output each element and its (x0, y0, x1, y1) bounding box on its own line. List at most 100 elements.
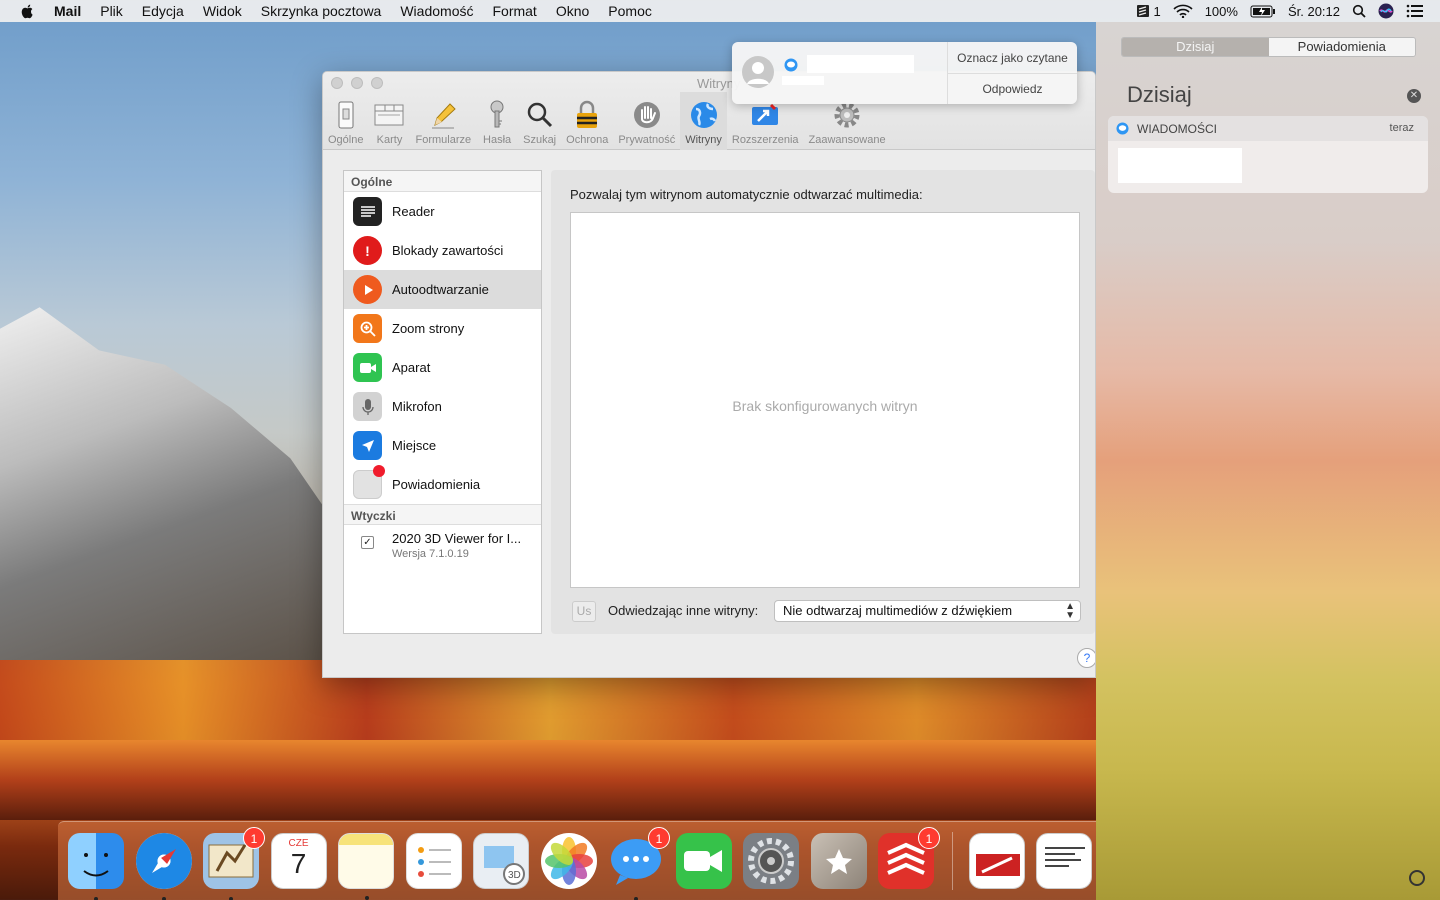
list-item-label: Aparat (392, 360, 431, 375)
tab-notifications[interactable]: Powiadomienia (1268, 38, 1415, 56)
finder-icon[interactable] (68, 833, 124, 900)
messages-app-icon (1116, 122, 1129, 135)
notes-icon[interactable] (338, 833, 394, 900)
hand-icon (633, 102, 660, 128)
empty-state-text: Brak skonfigurowanych witryn (732, 398, 918, 414)
plugin-item[interactable]: ✓ 2020 3D Viewer for I... Wersja 7.1.0.1… (344, 525, 541, 625)
list-item-microphone[interactable]: Mikrofon (344, 387, 541, 426)
banner-actions: Oznacz jako czytane Odpowiedz (947, 42, 1077, 104)
list-item-label: Miejsce (392, 438, 437, 453)
list-item-camera[interactable]: Aparat (344, 348, 541, 387)
tab-today[interactable]: Dzisiaj (1122, 38, 1269, 56)
list-item-location[interactable]: Miejsce (344, 426, 541, 465)
battery-icon[interactable] (1250, 5, 1276, 18)
switch-icon (338, 101, 354, 129)
redacted-sender (807, 55, 914, 73)
reminders-icon[interactable] (405, 833, 462, 889)
facetime-icon[interactable] (675, 833, 732, 889)
list-item-label: Zoom strony (392, 321, 465, 336)
safari-icon[interactable] (135, 833, 192, 900)
package-icon[interactable] (810, 833, 867, 889)
minimize-window-button[interactable] (351, 77, 363, 89)
configured-websites-heading: Pozwalaj tym witrynom automatycznie odtw… (570, 187, 923, 202)
tab-advanced-label: Zaawansowane (808, 134, 886, 146)
menu-bar: Mail Plik Edycja Widok Skrzynka pocztowa… (0, 0, 1440, 22)
lake-background (0, 740, 1100, 820)
tab-websites[interactable]: Witryny (680, 92, 727, 150)
configured-websites-table[interactable]: Brak skonfigurowanych witryn (570, 212, 1080, 588)
system-preferences-icon[interactable] (743, 833, 799, 889)
close-window-button[interactable] (331, 77, 343, 89)
message-notification-banner[interactable]: Oznacz jako czytane Odpowiedz (732, 42, 1077, 104)
spotlight-search-icon[interactable] (1352, 4, 1366, 18)
messages-app-icon (784, 58, 798, 72)
photos-icon[interactable] (540, 833, 597, 889)
menu-window[interactable]: Okno (556, 3, 589, 19)
reply-button[interactable]: Odpowiedz (948, 73, 1077, 104)
list-item-reader[interactable]: Reader (344, 192, 541, 231)
section-general-header: Ogólne (344, 171, 541, 192)
list-item-notifications[interactable]: Powiadomienia (344, 465, 541, 504)
wifi-icon[interactable] (1173, 4, 1193, 18)
tab-forms[interactable]: Formularze (410, 92, 476, 150)
preview-icon[interactable]: 3D (473, 833, 529, 889)
mail-icon[interactable]: 1 (203, 827, 265, 900)
help-button[interactable]: ? (1077, 648, 1095, 668)
menu-message[interactable]: Wiadomość (400, 3, 473, 19)
calendar-icon[interactable]: CZE 7 (270, 833, 327, 889)
menu-mailbox[interactable]: Skrzynka pocztowa (261, 3, 382, 19)
status-tasks[interactable]: 1 (1136, 4, 1161, 19)
siri-icon[interactable] (1378, 3, 1394, 19)
menu-app-name[interactable]: Mail (54, 3, 81, 19)
close-icon[interactable]: ✕ (1407, 89, 1421, 103)
messages-icon[interactable]: 1 (608, 827, 670, 900)
screenshot-icon[interactable] (1036, 833, 1092, 889)
list-item-autoplay[interactable]: Autoodtwarzanie (344, 270, 541, 309)
list-item-content-blockers[interactable]: ! Blokady zawartości (344, 231, 541, 270)
todoist-icon[interactable]: 1 (878, 827, 940, 889)
zoom-window-button[interactable] (371, 77, 383, 89)
tab-general[interactable]: Ogólne (323, 92, 368, 150)
preferences-window: Witryny Ogólne Karty Formularze Hasła Sz… (322, 71, 1096, 678)
tab-forms-label: Formularze (415, 134, 472, 146)
play-icon (353, 275, 382, 304)
svg-text:3D: 3D (508, 870, 521, 881)
menu-help[interactable]: Pomoc (608, 3, 652, 19)
battery-percent[interactable]: 100% (1205, 4, 1238, 19)
select-value: Nie odtwarzaj multimediów z dźwiękiem (783, 603, 1013, 618)
apple-icon[interactable] (20, 3, 36, 19)
globe-icon (690, 102, 717, 128)
zoom-icon (353, 314, 382, 343)
autoplay-settings-pane: Pozwalaj tym witrynom automatycznie odtw… (551, 170, 1095, 634)
document-icon[interactable] (968, 833, 1025, 889)
menu-format[interactable]: Format (492, 3, 536, 19)
dock: 1 CZE 7 3D 1 1 (58, 821, 1098, 900)
list-item-label: Reader (392, 204, 435, 219)
tab-tabs[interactable]: Karty (368, 92, 410, 150)
location-icon (353, 431, 382, 460)
messages-notification-card[interactable]: WIADOMOŚCI teraz (1108, 116, 1428, 193)
menu-file[interactable]: Plik (100, 3, 123, 19)
menu-edit[interactable]: Edycja (142, 3, 184, 19)
other-websites-select[interactable]: Nie odtwarzaj multimediów z dźwiękiem ▲ ▼ (774, 600, 1081, 622)
plugin-checkbox[interactable]: ✓ (361, 536, 374, 549)
clock[interactable]: Śr. 20:12 (1288, 4, 1340, 19)
menu-view[interactable]: Widok (203, 3, 242, 19)
card-time: teraz (1389, 122, 1414, 134)
tab-tabs-label: Karty (376, 134, 403, 146)
alert-icon: ! (353, 236, 382, 265)
plugin-version: Wersja 7.1.0.19 (392, 548, 469, 560)
remove-button[interactable]: Us (572, 601, 596, 622)
tab-passwords[interactable]: Hasła (476, 92, 518, 150)
tab-privacy[interactable]: Prywatność (613, 92, 680, 150)
tab-websites-label: Witryny (685, 134, 722, 146)
notification-center-icon[interactable] (1406, 4, 1424, 18)
list-item-page-zoom[interactable]: Zoom strony (344, 309, 541, 348)
mark-as-read-button[interactable]: Oznacz jako czytane (948, 42, 1077, 73)
list-item-label: Blokady zawartości (392, 243, 504, 258)
tab-security[interactable]: Ochrona (561, 92, 613, 150)
tab-extensions-label: Rozszerzenia (731, 134, 799, 146)
list-item-label: Autoodtwarzanie (392, 282, 489, 297)
settings-gear-icon[interactable] (1409, 870, 1425, 886)
tab-search[interactable]: Szukaj (518, 92, 561, 150)
